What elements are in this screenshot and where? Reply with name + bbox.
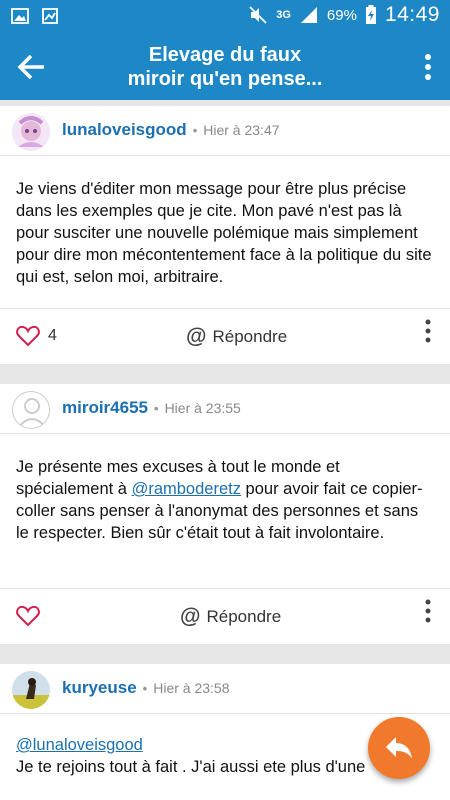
reply-button[interactable]: @ Répondre xyxy=(186,325,287,349)
status-bar: 3G 69% 14:49 xyxy=(0,0,450,33)
author-name[interactable]: miroir4655 • Hier à 23:55 xyxy=(62,398,241,418)
post-footer: @ Répondre xyxy=(0,588,450,644)
at-icon: @ xyxy=(186,325,207,348)
author-name[interactable]: lunaloveisgood • Hier à 23:47 xyxy=(62,120,280,140)
heart-outline-icon xyxy=(16,325,40,347)
post-footer: 4 @ Répondre xyxy=(0,308,450,364)
mention-link[interactable]: @ramboderetz xyxy=(132,480,241,498)
reply-button[interactable]: @ Répondre xyxy=(180,605,281,629)
mention-link[interactable]: @lunaloveisgood xyxy=(16,736,143,754)
battery-icon xyxy=(365,5,376,24)
post-body: Je présente mes excuses à tout le monde … xyxy=(16,458,423,542)
reply-icon xyxy=(386,737,412,759)
post-header: miroir4655 • Hier à 23:55 xyxy=(0,384,450,434)
heart-outline-icon xyxy=(16,605,40,627)
author-name[interactable]: kuryeuse • Hier à 23:58 xyxy=(62,678,230,698)
more-vert-icon[interactable] xyxy=(424,317,432,347)
image-icon xyxy=(11,8,29,24)
signal-icon xyxy=(300,7,317,23)
page-title: Elevage du faux miroir qu'en pense... xyxy=(127,44,323,90)
more-vert-icon[interactable] xyxy=(416,49,440,85)
reply-fab[interactable] xyxy=(368,717,430,779)
network-type: 3G xyxy=(276,9,291,21)
avatar[interactable] xyxy=(12,113,50,151)
post-card: miroir4655 • Hier à 23:55 Je présente mes … xyxy=(0,384,450,644)
avatar[interactable] xyxy=(12,391,50,429)
post-card: lunaloveisgood • Hier à 23:47 Je viens d'é… xyxy=(0,106,450,364)
like-button[interactable] xyxy=(16,605,48,627)
post-time: Hier à 23:47 xyxy=(203,122,280,138)
post-header: lunaloveisgood • Hier à 23:47 xyxy=(0,106,450,156)
like-count: 4 xyxy=(48,327,57,344)
post-body: Je viens d'éditer mon message pour être … xyxy=(16,180,432,286)
like-button[interactable]: 4 xyxy=(16,325,57,347)
app-bar: Elevage du faux miroir qu'en pense... xyxy=(0,33,450,100)
mute-icon xyxy=(249,6,267,24)
battery-percent: 69% xyxy=(326,6,357,24)
arrow-left-icon[interactable] xyxy=(14,49,50,85)
more-vert-icon[interactable] xyxy=(424,597,432,627)
at-icon: @ xyxy=(180,605,201,628)
post-time: Hier à 23:55 xyxy=(164,400,241,416)
gallery-icon xyxy=(42,8,58,24)
post-header: kuryeuse • Hier à 23:58 xyxy=(0,664,450,714)
post-time: Hier à 23:58 xyxy=(153,680,230,696)
avatar[interactable] xyxy=(12,671,50,709)
clock: 14:49 xyxy=(384,3,440,26)
